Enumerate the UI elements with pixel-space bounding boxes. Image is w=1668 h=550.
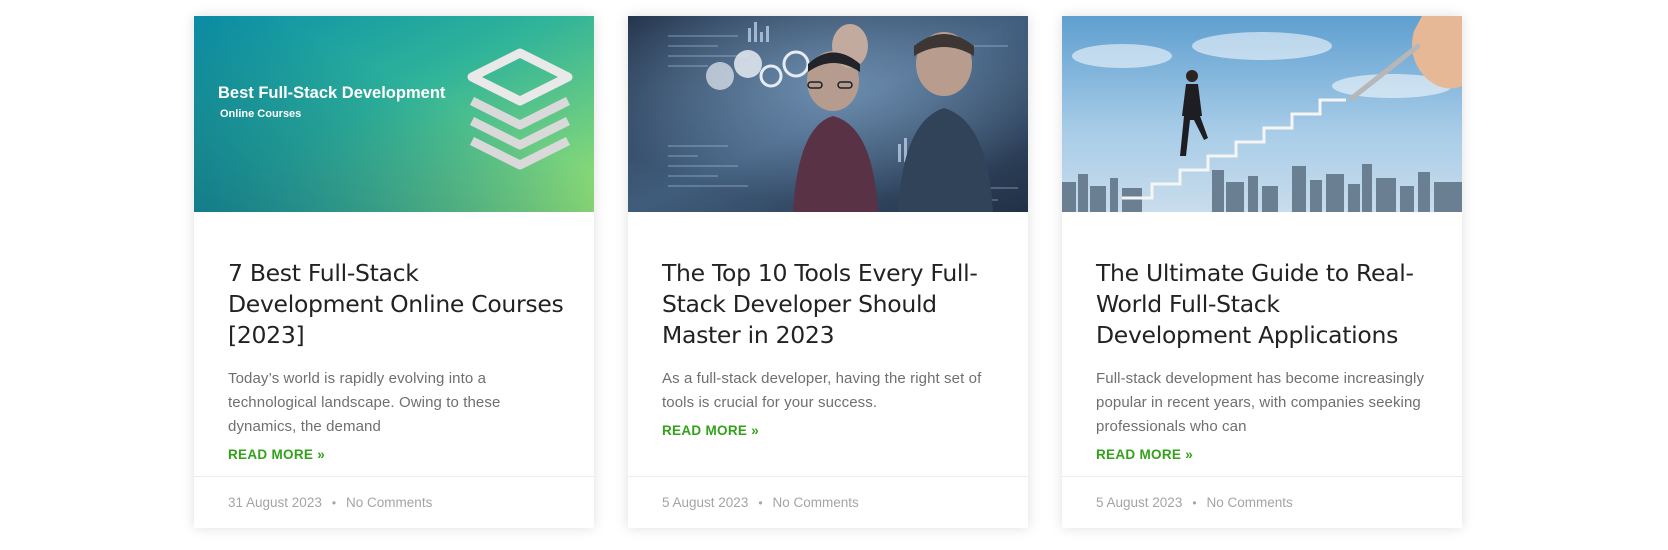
post-meta: 5 August 2023 • No Comments [1062, 476, 1462, 528]
career-stairs-photo [1062, 16, 1462, 212]
post-date: 31 August 2023 [228, 495, 322, 510]
developers-screen-photo [628, 16, 1028, 212]
post-body: The Ultimate Guide to Real-World Full-St… [1096, 258, 1436, 463]
post-title: 7 Best Full-Stack Development Online Cou… [228, 258, 568, 351]
read-more-link[interactable]: READ MORE » [662, 423, 759, 438]
post-title: The Top 10 Tools Every Full-Stack Develo… [662, 258, 1002, 351]
read-more-link[interactable]: READ MORE » [1096, 447, 1193, 462]
post-thumbnail-link[interactable] [628, 16, 1028, 212]
banner-heading: Best Full-Stack Development [218, 84, 446, 102]
post-thumbnail-link[interactable]: Best Full-Stack Development Online Cours… [194, 16, 594, 212]
post-title-link[interactable]: The Ultimate Guide to Real-World Full-St… [1096, 259, 1414, 349]
post-meta: 5 August 2023 • No Comments [628, 476, 1028, 528]
full-stack-courses-banner-image: Best Full-Stack Development Online Cours… [194, 16, 594, 212]
post-grid: Best Full-Stack Development Online Cours… [194, 16, 1464, 528]
meta-separator: • [331, 495, 337, 510]
post-comments: No Comments [1206, 495, 1293, 510]
post-title: The Ultimate Guide to Real-World Full-St… [1096, 258, 1436, 351]
post-excerpt: As a full-stack developer, having the ri… [662, 370, 982, 411]
post-date: 5 August 2023 [1096, 495, 1183, 510]
post-body: The Top 10 Tools Every Full-Stack Develo… [662, 258, 1002, 439]
post-excerpt: Today’s world is rapidly evolving into a… [228, 370, 501, 435]
post-body: 7 Best Full-Stack Development Online Cou… [228, 258, 568, 463]
post-comments: No Comments [346, 495, 433, 510]
post-card: Best Full-Stack Development Online Cours… [194, 16, 594, 528]
post-excerpt: Full-stack development has become increa… [1096, 370, 1425, 435]
banner-subheading: Online Courses [220, 108, 301, 120]
post-card: The Top 10 Tools Every Full-Stack Develo… [628, 16, 1028, 528]
post-title-link[interactable]: The Top 10 Tools Every Full-Stack Develo… [662, 259, 978, 349]
post-card: The Ultimate Guide to Real-World Full-St… [1062, 16, 1462, 528]
meta-separator: • [758, 495, 763, 510]
post-comments: No Comments [772, 495, 859, 510]
post-thumbnail-link[interactable] [1062, 16, 1462, 212]
read-more-link[interactable]: READ MORE » [228, 447, 325, 462]
post-meta: 31 August 2023 • No Comments [194, 476, 594, 528]
meta-separator: • [1192, 495, 1197, 510]
post-title-link[interactable]: 7 Best Full-Stack Development Online Cou… [228, 259, 564, 349]
post-date: 5 August 2023 [662, 495, 749, 510]
